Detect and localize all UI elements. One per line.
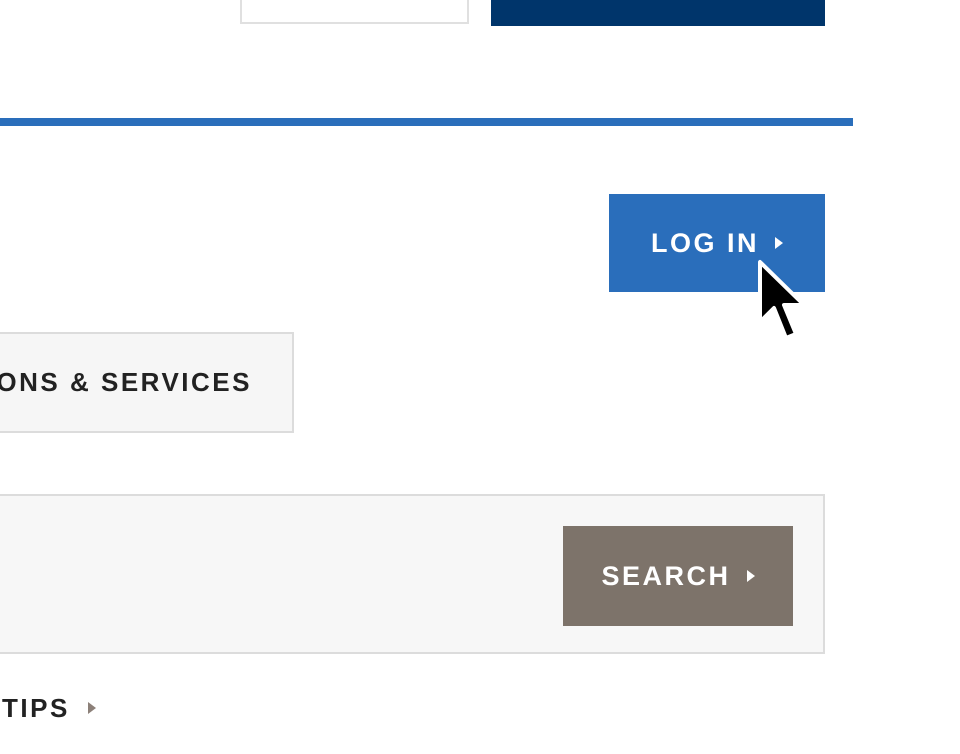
arrow-right-icon — [775, 237, 783, 249]
top-search-input[interactable] — [240, 0, 469, 24]
header-divider — [0, 118, 853, 126]
arrow-right-icon — [87, 702, 96, 714]
search-button[interactable]: SEARCH — [563, 526, 793, 626]
tab-services[interactable]: ONS & SERVICES — [0, 332, 294, 433]
login-button-label: LOG IN — [651, 227, 759, 258]
tips-link[interactable]: TIPS — [2, 690, 96, 726]
arrow-right-icon — [746, 570, 755, 582]
page: LOG IN ONS & SERVICES SEARCH TIPS — [0, 0, 960, 754]
tips-link-label: TIPS — [2, 692, 70, 723]
search-button-label: SEARCH — [601, 560, 731, 591]
mouse-cursor-icon — [758, 260, 806, 340]
top-nav-button[interactable] — [491, 0, 825, 26]
tab-services-label: ONS & SERVICES — [0, 367, 252, 397]
